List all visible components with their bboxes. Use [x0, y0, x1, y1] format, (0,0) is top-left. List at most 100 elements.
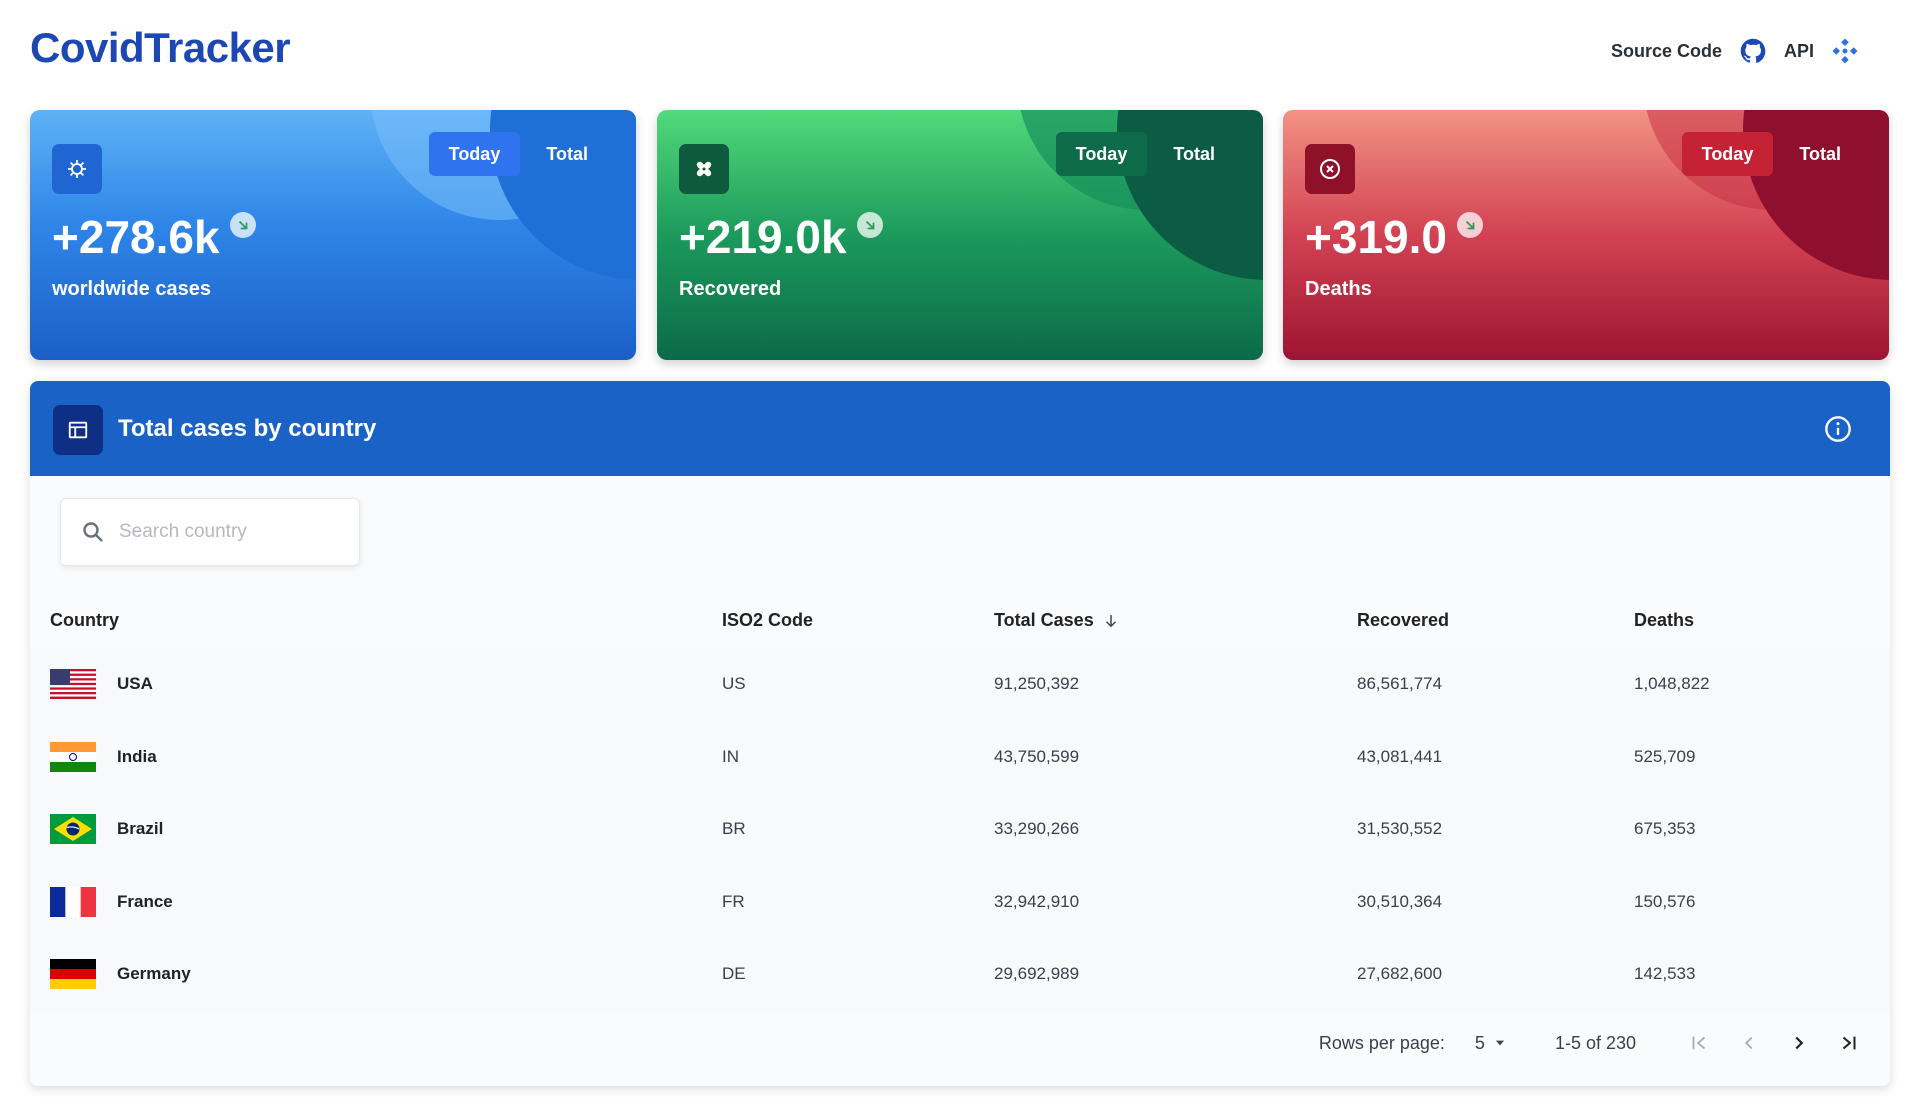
api-diamond-icon[interactable]: [1830, 36, 1860, 66]
search-input[interactable]: [117, 520, 341, 544]
cancel-circle-icon: [1305, 144, 1355, 194]
today-toggle[interactable]: Today: [1681, 132, 1774, 176]
country-cell: Brazil: [30, 793, 722, 866]
stat-value-row: +219.0k: [679, 210, 883, 264]
stat-value: +278.6k: [52, 211, 220, 263]
country-cell-content: Brazil: [50, 814, 722, 845]
first-page-icon: [1692, 1036, 1706, 1050]
stat-value: +319.0: [1305, 211, 1447, 263]
deaths-card: Today Total +319.0 Deaths: [1283, 110, 1889, 360]
period-toggle: Today Total: [428, 132, 608, 176]
country-cell: India: [30, 721, 722, 794]
table-row[interactable]: USA US 91,250,392 86,561,774 1,048,822: [30, 648, 1890, 721]
last-page-button[interactable]: [1824, 1018, 1874, 1068]
stat-caption: Deaths: [1305, 278, 1372, 300]
brazil-flag-icon: [50, 814, 96, 845]
total-cases-cell: 29,692,989: [994, 964, 1080, 984]
virus-icon: [52, 144, 102, 194]
total-cases-cell: 32,942,910: [994, 891, 1080, 911]
stat-caption: worldwide cases: [52, 278, 211, 300]
trend-down-icon: [229, 212, 256, 238]
col-total-cases[interactable]: Total Cases: [994, 592, 1357, 648]
total-cases-cell: 91,250,392: [994, 674, 1080, 694]
deaths-cell: 525,709: [1634, 746, 1696, 766]
iso-cell: IN: [722, 746, 739, 766]
country-cell-content: India: [50, 741, 722, 772]
recovered-cell: 30,510,364: [1357, 891, 1443, 911]
table-row[interactable]: France FR 32,942,910 30,510,364 150,576: [30, 865, 1890, 939]
country-cell: Germany: [30, 938, 722, 1011]
total-toggle[interactable]: Total: [1153, 132, 1235, 176]
first-page-button[interactable]: [1674, 1018, 1724, 1068]
today-toggle[interactable]: Today: [1055, 132, 1148, 176]
countries-table: Country ISO2 Code Total Cases Recovered …: [30, 592, 1890, 1011]
cases-by-country-panel: Total cases by country Country ISO2 Code…: [30, 381, 1890, 1086]
api-link[interactable]: API: [1784, 41, 1814, 62]
search-box: [60, 498, 360, 566]
stat-value-row: +278.6k: [52, 210, 256, 264]
info-icon[interactable]: [1824, 415, 1852, 443]
col-recovered[interactable]: Recovered: [1357, 592, 1634, 648]
rows-per-page-select[interactable]: 5: [1475, 1033, 1507, 1054]
period-toggle: Today Total: [1055, 132, 1235, 176]
page-range: 1-5 of 230: [1554, 1032, 1636, 1053]
recovered-cell: 43,081,441: [1357, 746, 1443, 766]
recovered-cell: 86,561,774: [1357, 674, 1443, 694]
previous-page-button[interactable]: [1724, 1018, 1774, 1068]
chevron-right-icon: [1795, 1036, 1804, 1050]
caret-down-icon: [1495, 1040, 1505, 1046]
deaths-cell: 150,576: [1634, 891, 1696, 911]
worldwide-cases-card: Today Total +278.6k worldwide cases: [30, 110, 636, 360]
stat-value-row: +319.0: [1305, 210, 1483, 264]
iso-cell: US: [722, 674, 746, 694]
country-cell: USA: [30, 648, 722, 721]
col-iso2[interactable]: ISO2 Code: [722, 592, 994, 648]
table-icon: [53, 405, 103, 455]
header-links: Source Code API: [1611, 36, 1860, 66]
stat-caption: Recovered: [679, 278, 782, 300]
total-toggle[interactable]: Total: [526, 132, 608, 176]
source-code-link[interactable]: Source Code: [1611, 41, 1722, 62]
search-icon: [83, 522, 103, 542]
country-name: USA: [117, 674, 153, 694]
recovered-cell: 27,682,600: [1357, 964, 1443, 984]
rows-per-page-label: Rows per page:: [1318, 1032, 1445, 1053]
iso-cell: DE: [722, 964, 746, 984]
country-cell-content: Germany: [50, 959, 722, 990]
trend-down-icon: [856, 212, 883, 238]
deaths-cell: 142,533: [1634, 964, 1696, 984]
panel-title: Total cases by country: [118, 415, 377, 442]
country-name: Brazil: [117, 819, 164, 839]
brand-title[interactable]: CovidTracker: [30, 24, 291, 72]
panel-body: Country ISO2 Code Total Cases Recovered …: [30, 476, 1890, 1086]
usa-flag-icon: [50, 669, 96, 700]
col-country[interactable]: Country: [30, 592, 722, 648]
country-name: India: [117, 746, 157, 766]
table-header-row: Country ISO2 Code Total Cases Recovered …: [30, 592, 1890, 648]
bandage-icon: [679, 144, 729, 194]
deaths-cell: 1,048,822: [1634, 674, 1710, 694]
next-page-button[interactable]: [1774, 1018, 1824, 1068]
country-name: Germany: [117, 964, 191, 984]
trend-down-icon: [1456, 212, 1483, 238]
app-header: CovidTracker Source Code API: [0, 0, 1920, 100]
total-toggle[interactable]: Total: [1779, 132, 1861, 176]
country-cell: France: [30, 866, 722, 939]
col-total-cases-label: Total Cases: [994, 609, 1094, 630]
col-deaths[interactable]: Deaths: [1634, 592, 1890, 648]
iso-cell: FR: [722, 891, 745, 911]
recovered-cell: 31,530,552: [1357, 819, 1443, 839]
total-cases-cell: 33,290,266: [994, 819, 1080, 839]
country-cell-content: France: [50, 886, 722, 917]
total-cases-cell: 43,750,599: [994, 746, 1080, 766]
github-icon[interactable]: [1738, 36, 1768, 66]
table-row[interactable]: India IN 43,750,599 43,081,441 525,709: [30, 720, 1890, 794]
recovered-card: Today Total +219.0k Recovered: [657, 110, 1263, 360]
table-row[interactable]: Germany DE 29,692,989 27,682,600 142,533: [30, 938, 1890, 1011]
period-toggle: Today Total: [1681, 132, 1861, 176]
table-row[interactable]: Brazil BR 33,290,266 31,530,552 675,353: [30, 793, 1890, 866]
germany-flag-icon: [50, 959, 96, 990]
panel-header: Total cases by country: [30, 381, 1890, 476]
today-toggle[interactable]: Today: [428, 132, 521, 176]
table-pagination: Rows per page: 5 1-5 of 230: [30, 1013, 1890, 1073]
